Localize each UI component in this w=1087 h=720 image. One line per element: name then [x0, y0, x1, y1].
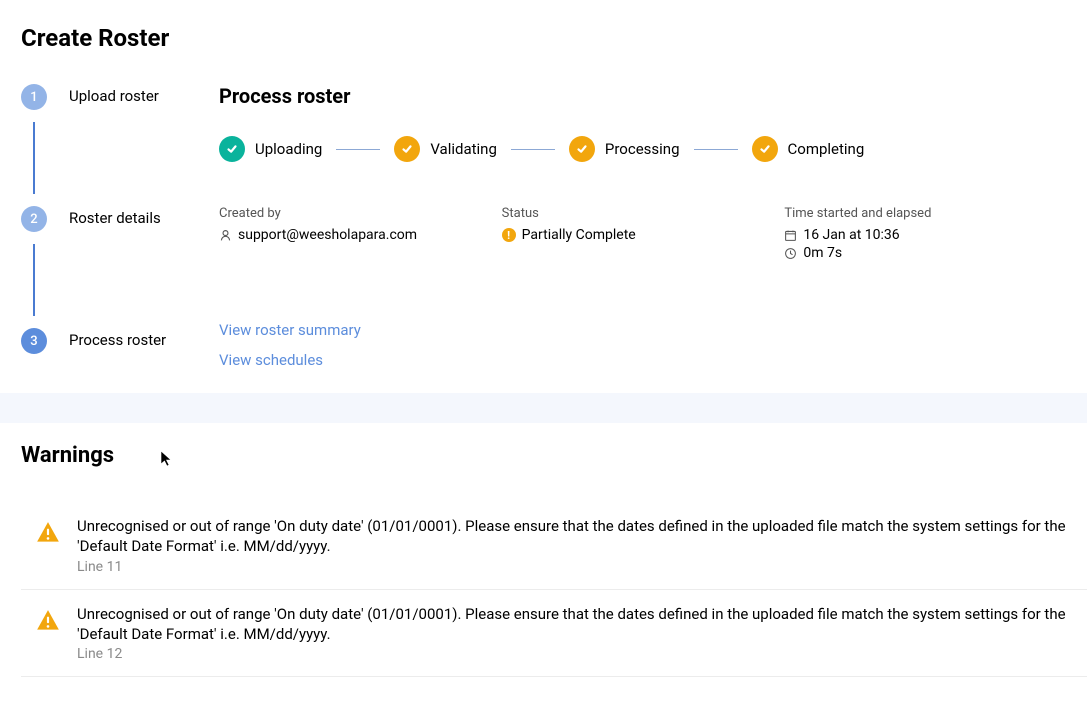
- step-label: Roster details: [69, 209, 161, 227]
- step-upload-roster[interactable]: 1 Upload roster: [21, 84, 219, 110]
- check-circle-icon: [219, 136, 245, 162]
- calendar-icon: [784, 229, 797, 242]
- stage-completing: Completing: [752, 136, 865, 162]
- time-started-value: 16 Jan at 10:36: [803, 227, 899, 243]
- warning-item: Unrecognised or out of range 'On duty da…: [21, 590, 1087, 678]
- section-title: Process roster: [219, 84, 1067, 108]
- warning-triangle-icon: [35, 608, 61, 634]
- warning-message: Unrecognised or out of range 'On duty da…: [77, 604, 1069, 645]
- stage-validating: Validating: [394, 136, 497, 162]
- stage-connector: [336, 149, 380, 150]
- warnings-title: Warnings: [21, 443, 1087, 468]
- status-value: Partially Complete: [522, 227, 636, 243]
- warning-line-ref: Line 12: [77, 646, 1069, 662]
- status-warning-icon: !: [502, 228, 516, 242]
- check-circle-icon: [752, 136, 778, 162]
- status-section: Status ! Partially Complete: [502, 206, 785, 261]
- created-by-label: Created by: [219, 206, 502, 221]
- step-connector: [33, 122, 35, 194]
- step-number: 2: [21, 206, 47, 232]
- stage-uploading: Uploading: [219, 136, 322, 162]
- stage-processing: Processing: [569, 136, 680, 162]
- step-process-roster[interactable]: 3 Process roster: [21, 328, 219, 354]
- step-number: 3: [21, 328, 47, 354]
- time-label: Time started and elapsed: [784, 206, 1067, 221]
- step-label: Upload roster: [69, 87, 159, 105]
- stage-label: Uploading: [255, 140, 322, 158]
- created-by-value: support@weesholapara.com: [238, 227, 417, 243]
- check-circle-icon: [569, 136, 595, 162]
- progress-steps: Uploading Validating Processing: [219, 136, 1067, 162]
- stage-label: Processing: [605, 140, 680, 158]
- view-roster-summary-link[interactable]: View roster summary: [219, 321, 1067, 339]
- stage-connector: [511, 149, 555, 150]
- stage-label: Completing: [788, 140, 865, 158]
- stage-connector: [694, 149, 738, 150]
- warning-item: Unrecognised or out of range 'On duty da…: [21, 502, 1087, 590]
- stage-label: Validating: [430, 140, 497, 158]
- step-roster-details[interactable]: 2 Roster details: [21, 206, 219, 232]
- warning-triangle-icon: [35, 520, 61, 546]
- time-elapsed-value: 0m 7s: [803, 245, 842, 261]
- step-number: 1: [21, 84, 47, 110]
- page-title: Create Roster: [0, 0, 1087, 52]
- wizard-stepper: 1 Upload roster 2 Roster details 3 Proce…: [21, 84, 219, 369]
- check-circle-icon: [394, 136, 420, 162]
- view-schedules-link[interactable]: View schedules: [219, 351, 1067, 369]
- status-label: Status: [502, 206, 785, 221]
- step-connector: [33, 244, 35, 316]
- warning-line-ref: Line 11: [77, 559, 1069, 575]
- clock-icon: [784, 247, 797, 260]
- step-label: Process roster: [69, 331, 166, 349]
- created-by-section: Created by support@weesholapara.com: [219, 206, 502, 261]
- time-section: Time started and elapsed 16 Jan at 10:36…: [784, 206, 1067, 261]
- warning-message: Unrecognised or out of range 'On duty da…: [77, 516, 1069, 557]
- section-separator: [0, 393, 1087, 423]
- user-icon: [219, 229, 232, 242]
